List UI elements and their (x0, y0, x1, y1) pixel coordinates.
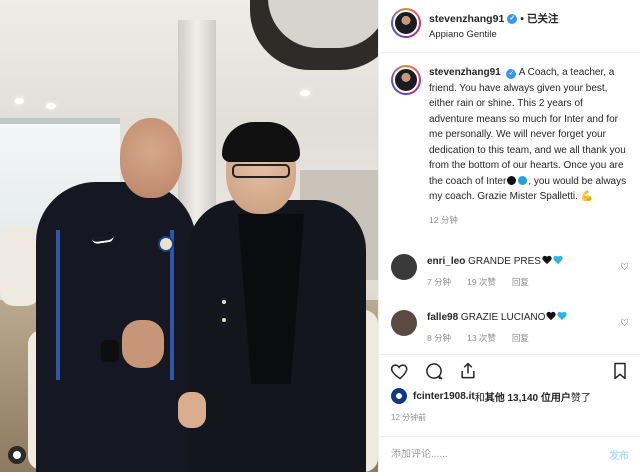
comment-item: enri_leo GRANDE PRES 7 分钟 19 次赞 回复 ♡ (379, 254, 640, 288)
like-heart-icon[interactable] (389, 360, 411, 382)
author-username[interactable]: stevenzhang91 (429, 13, 504, 25)
follow-button[interactable]: 已关注 (527, 11, 559, 26)
separator-dot: • (520, 12, 524, 25)
verified-icon: ✓ (507, 13, 518, 24)
instagram-post-view: stevenzhang91 ✓ • 已关注 Appiano Gentile st… (0, 0, 640, 472)
flexed-biceps-icon: 💪 (580, 191, 594, 202)
coach-jacket-stripe (170, 230, 174, 380)
comment-input[interactable] (391, 449, 609, 460)
post-header: stevenzhang91 ✓ • 已关注 Appiano Gentile (379, 0, 640, 53)
caption-avatar[interactable] (391, 65, 421, 95)
coach-head (120, 118, 182, 198)
likes-connector: 和 (474, 392, 485, 404)
blue-circle-icon (518, 175, 528, 185)
share-icon[interactable] (457, 360, 479, 382)
black-circle-icon (507, 175, 517, 185)
post-photo[interactable] (0, 0, 378, 472)
action-bar (379, 354, 640, 386)
photo-ceiling-light (46, 103, 56, 109)
photo-ceiling-light (300, 90, 310, 96)
caption: stevenzhang91 ✓ A Coach, a teacher, a fr… (379, 53, 640, 228)
glasses (232, 164, 290, 178)
verified-icon: ✓ (506, 69, 517, 79)
inter-crest (158, 236, 174, 252)
liker-avatar[interactable] (391, 388, 407, 404)
comment-bubble-icon[interactable] (423, 360, 445, 382)
comment-item: falle98 GRAZIE LUCIANO 8 分钟 13 次赞 回复 ♡ (379, 310, 640, 344)
caption-time: 12 分钟 (429, 214, 458, 225)
president-hair (222, 122, 300, 162)
comment-like-heart-icon[interactable]: ♡ (620, 318, 629, 329)
caption-text: A Coach, a teacher, a friend. You have a… (429, 67, 626, 187)
coach-jacket-stripe (56, 230, 60, 380)
instagram-badge-icon (8, 446, 26, 464)
comment-username[interactable]: enri_leo (427, 256, 465, 267)
comment-time: 8 分钟 (427, 333, 452, 343)
black-heart-icon (542, 256, 552, 265)
president-hand (178, 392, 206, 428)
comment-likes[interactable]: 19 次赞 (467, 276, 496, 288)
likes-summary: fcinter1908.it 和 其他 13,140 位用户 赞了 (391, 388, 591, 404)
bookmark-icon[interactable] (609, 360, 631, 382)
blue-heart-icon (557, 312, 567, 321)
likes-others-link[interactable]: 其他 13,140 位用户 (485, 389, 571, 404)
photo-ceiling-light (14, 98, 24, 104)
post-comment-button[interactable]: 发布 (609, 447, 629, 462)
blazer-button (222, 300, 226, 304)
comment-avatar[interactable] (391, 310, 417, 336)
blazer-button (222, 318, 226, 322)
caption-username[interactable]: stevenzhang91 (429, 67, 501, 78)
comment-time: 7 分钟 (427, 277, 452, 287)
comment-username[interactable]: falle98 (427, 312, 458, 323)
likes-suffix: 赞了 (570, 392, 591, 404)
location-link[interactable]: Appiano Gentile (429, 29, 558, 40)
photo-chair (0, 226, 40, 306)
comment-avatar[interactable] (391, 254, 417, 280)
comment-text: GRANDE PRES (468, 256, 541, 267)
add-comment-bar: 发布 (379, 436, 640, 472)
liker-username[interactable]: fcinter1908.it (413, 391, 475, 402)
thumbs-up-hand (122, 320, 164, 368)
comment-like-heart-icon[interactable]: ♡ (620, 262, 629, 273)
comment-likes[interactable]: 13 次赞 (467, 332, 496, 344)
blue-heart-icon (553, 256, 563, 265)
coach-watch (101, 340, 119, 362)
comment-text: GRAZIE LUCIANO (460, 312, 546, 323)
comment-reply-button[interactable]: 回复 (512, 332, 529, 344)
comment-reply-button[interactable]: 回复 (512, 276, 529, 288)
post-timestamp: 12 分钟前 (391, 413, 427, 422)
author-avatar[interactable] (391, 8, 421, 38)
black-heart-icon (546, 312, 556, 321)
post-side-panel: stevenzhang91 ✓ • 已关注 Appiano Gentile st… (378, 0, 640, 472)
